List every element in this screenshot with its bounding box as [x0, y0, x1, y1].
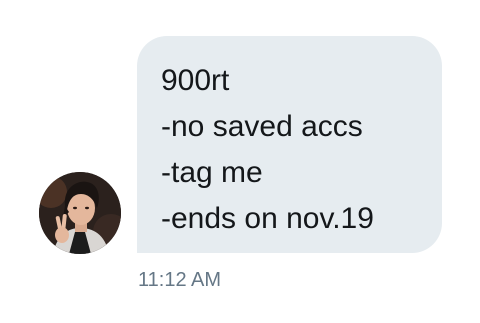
message-text-line: -ends on nov.19 — [161, 202, 374, 235]
avatar-photo — [39, 172, 121, 254]
message-text-line: -tag me — [161, 156, 263, 189]
message-text-line: -no saved accs — [161, 110, 363, 143]
sender-avatar[interactable] — [39, 172, 121, 254]
message-text-line: 900rt — [161, 64, 230, 97]
message-timestamp: 11:12 AM — [138, 269, 222, 291]
message-bubble[interactable]: 900rt -no saved accs -tag me -ends on no… — [137, 36, 442, 253]
message-thread: 900rt -no saved accs -tag me -ends on no… — [0, 0, 480, 323]
